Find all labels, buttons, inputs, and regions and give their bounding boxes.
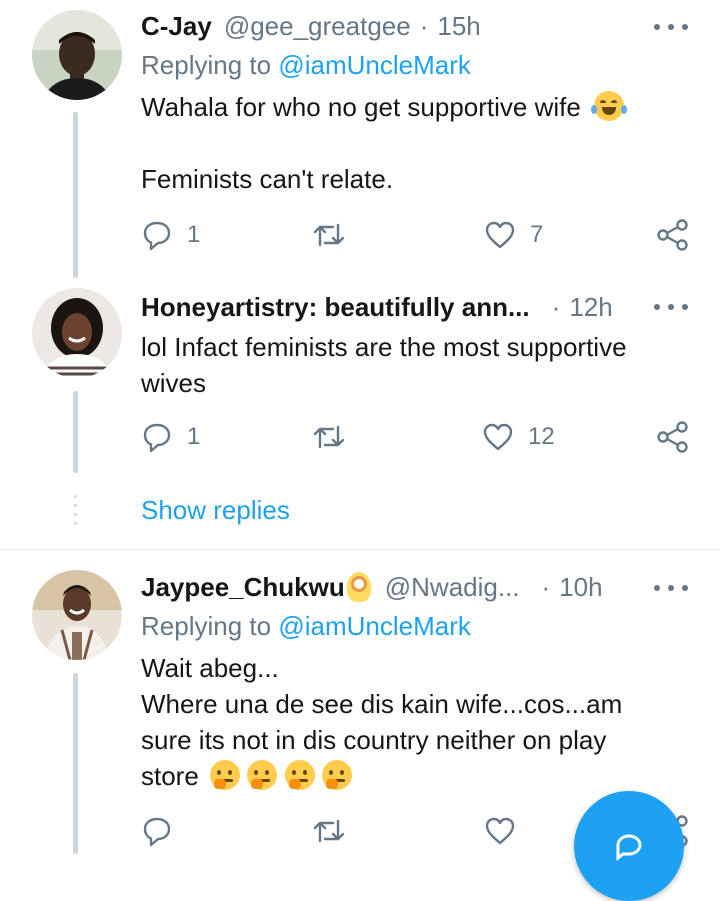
reply-icon: [143, 423, 171, 453]
more-icon[interactable]: [654, 302, 688, 312]
reply-button[interactable]: 1: [141, 417, 200, 457]
author-name[interactable]: C-Jay: [141, 11, 212, 42]
replying-to: Replying to @iamUncleMark: [141, 611, 471, 642]
like-count: 12: [528, 423, 555, 450]
reply-count: 1: [187, 423, 201, 450]
tweet-text-line: wives: [141, 368, 207, 398]
thinking-face-icon: [210, 760, 241, 790]
timestamp[interactable]: 10h: [559, 572, 602, 603]
tweet-actions: 1 7: [141, 215, 693, 255]
author-name[interactable]: Jaypee_Chukwu: [141, 572, 345, 603]
tweet-text-line: Wait abeg...: [141, 653, 279, 683]
tweet-header: Honeyartistry: beautifully ann... · 12h: [141, 289, 690, 325]
retweet-icon: [313, 425, 345, 449]
tweet-text-line: store: [141, 761, 199, 791]
retweet-icon: [313, 819, 345, 843]
tweet-text: Wait abeg... Where una de see dis kain w…: [141, 650, 684, 794]
thread-line: [73, 391, 78, 473]
timestamp[interactable]: 15h: [437, 11, 480, 42]
like-icon: [485, 817, 515, 845]
replying-prefix: Replying to: [141, 50, 272, 80]
thinking-face-icon: [284, 760, 315, 790]
author-handle[interactable]: @Nwadig...: [385, 572, 520, 603]
retweet-button[interactable]: [311, 417, 347, 457]
ok-hand-icon: [346, 572, 371, 602]
timestamp[interactable]: 12h: [569, 292, 612, 323]
tweet-text-line: Where una de see dis kain wife...cos...a…: [141, 689, 623, 719]
reply-button[interactable]: 1: [141, 215, 200, 255]
tweet-honeyartistry[interactable]: Honeyartistry: beautifully ann... · 12h …: [0, 285, 720, 547]
thread-continuation-dots: [74, 495, 77, 525]
separator-dot: ·: [541, 571, 551, 602]
avatar[interactable]: [32, 10, 122, 100]
separator-dot: ·: [551, 291, 561, 322]
thread-line: [73, 112, 78, 278]
tweet-text: Wahala for who no get supportive wife Fe…: [141, 89, 684, 197]
like-icon: [485, 221, 515, 249]
like-button[interactable]: [484, 811, 516, 851]
tweet-header: C-Jay @gee_greatgee · 15h: [141, 8, 690, 44]
like-button[interactable]: 12: [482, 417, 555, 457]
reply-icon: [143, 221, 171, 251]
thread-line: [73, 673, 78, 854]
tweet-text-line: sure its not in dis country neither on p…: [141, 725, 607, 755]
like-count: 7: [530, 221, 544, 248]
tweet-actions: 1 12: [141, 417, 693, 457]
retweet-icon: [313, 223, 345, 247]
share-icon: [657, 421, 688, 453]
tweet-cjay[interactable]: C-Jay @gee_greatgee · 15h Replying to @i…: [0, 0, 720, 285]
retweet-button[interactable]: [311, 811, 347, 851]
thinking-face-icon: [321, 760, 352, 790]
replying-prefix: Replying to: [141, 611, 272, 641]
tweet-header: Jaypee_Chukwu @Nwadig... · 10h: [141, 569, 690, 605]
like-icon: [483, 423, 513, 451]
share-button[interactable]: [656, 417, 690, 457]
more-icon[interactable]: [654, 22, 688, 32]
tweet-text-line: lol Infact feminists are the most suppor…: [141, 332, 627, 362]
show-replies-link[interactable]: Show replies: [141, 495, 290, 526]
reply-icon: [143, 817, 171, 847]
reply-button[interactable]: [141, 811, 173, 851]
author-name[interactable]: Honeyartistry: beautifully ann...: [141, 292, 530, 323]
reply-count: 1: [187, 221, 201, 248]
retweet-button[interactable]: [311, 215, 347, 255]
share-icon: [657, 219, 688, 251]
separator-dot: ·: [419, 10, 429, 41]
tweet-text-line: Wahala for who no get supportive wife: [141, 92, 581, 122]
avatar[interactable]: [32, 288, 122, 378]
compose-button[interactable]: [574, 791, 684, 901]
mention-link[interactable]: @iamUncleMark: [278, 611, 471, 641]
face-with-tears-of-joy-icon: [591, 91, 628, 121]
tweet-text: lol Infact feminists are the most suppor…: [141, 329, 684, 401]
mention-link[interactable]: @iamUncleMark: [278, 50, 471, 80]
author-handle[interactable]: @gee_greatgee: [224, 11, 411, 42]
thinking-face-icon: [247, 760, 278, 790]
replying-to: Replying to @iamUncleMark: [141, 50, 471, 81]
compose-icon: [616, 834, 642, 861]
more-icon[interactable]: [654, 583, 688, 593]
share-button[interactable]: [656, 215, 690, 255]
tweet-text-line: Feminists can't relate.: [141, 164, 394, 194]
avatar[interactable]: [32, 570, 122, 660]
like-button[interactable]: 7: [484, 215, 543, 255]
